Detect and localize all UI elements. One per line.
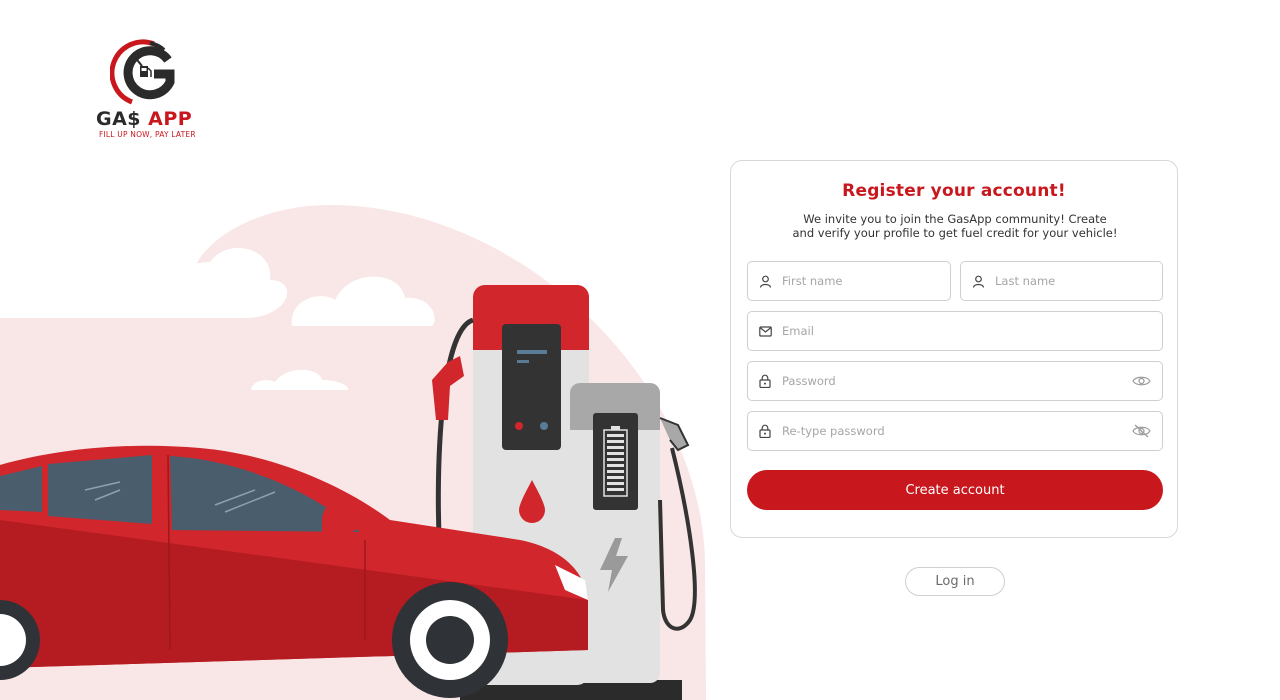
last-name-input[interactable]	[993, 273, 1162, 289]
create-account-button[interactable]: Create account	[747, 470, 1163, 510]
eye-icon[interactable]	[1132, 374, 1152, 388]
brand-tagline: FILL UP NOW, PAY LATER	[99, 130, 196, 139]
register-subtitle: We invite you to join the GasApp communi…	[792, 212, 1118, 240]
email-input[interactable]	[780, 323, 1162, 339]
car-charging-illustration	[0, 205, 706, 700]
brand-name-part2: APP	[148, 108, 193, 130]
lock-icon	[758, 374, 772, 388]
register-card: Register your account! We invite you to …	[730, 160, 1178, 538]
login-button[interactable]: Log in	[905, 567, 1005, 596]
lock-icon	[758, 424, 772, 438]
gas-app-gauge-logo-icon	[110, 39, 175, 105]
retype-password-input[interactable]	[780, 423, 1132, 439]
user-icon	[758, 274, 772, 288]
mail-icon	[758, 324, 772, 338]
email-field[interactable]	[747, 311, 1163, 351]
first-name-input[interactable]	[780, 273, 950, 289]
brand-logo: GA$ APP FILL UP NOW, PAY LATER	[96, 38, 196, 142]
user-icon	[971, 274, 985, 288]
retype-password-field[interactable]	[747, 411, 1163, 451]
last-name-field[interactable]	[960, 261, 1163, 301]
brand-name-part1: GA$	[96, 108, 142, 130]
eye-off-icon[interactable]	[1132, 424, 1152, 438]
password-input[interactable]	[780, 373, 1132, 389]
first-name-field[interactable]	[747, 261, 951, 301]
brand-wordmark: GA$ APP	[96, 108, 196, 130]
password-field[interactable]	[747, 361, 1163, 401]
register-title: Register your account!	[842, 181, 1066, 201]
